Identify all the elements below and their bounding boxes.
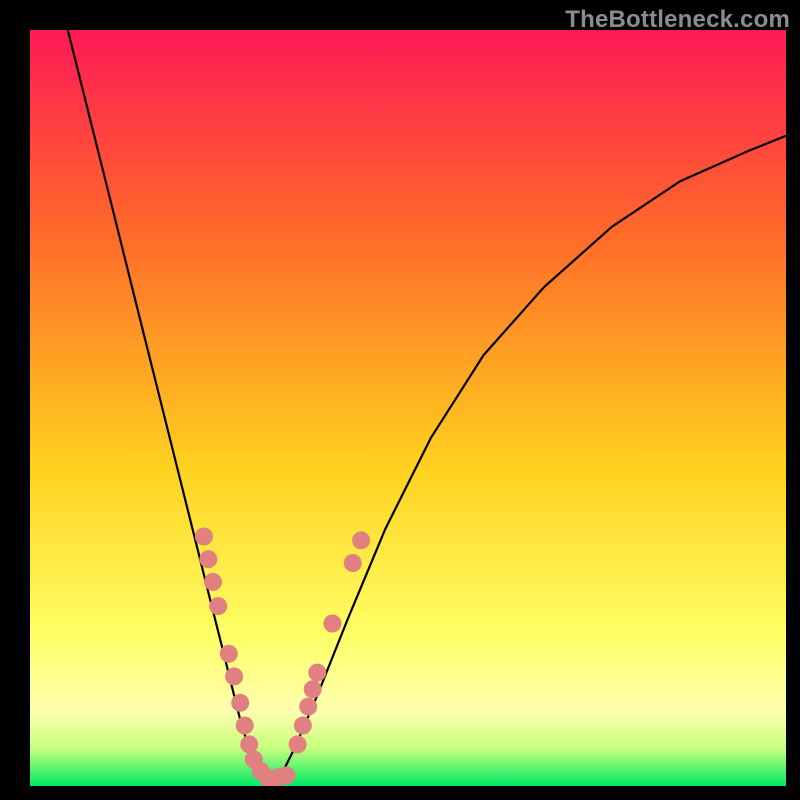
data-marker: [352, 531, 370, 549]
data-marker: [199, 550, 217, 568]
data-marker: [236, 717, 254, 735]
data-marker: [294, 717, 312, 735]
chart-svg: [30, 30, 786, 786]
plot-area: [30, 30, 786, 786]
data-marker: [344, 554, 362, 572]
data-marker: [225, 667, 243, 685]
data-marker: [277, 766, 295, 784]
data-marker: [289, 735, 307, 753]
data-marker: [231, 694, 249, 712]
data-marker: [209, 597, 227, 615]
gradient-background: [30, 30, 786, 786]
data-marker: [299, 698, 317, 716]
data-marker: [323, 615, 341, 633]
chart-root: TheBottleneck.com: [0, 0, 800, 800]
data-marker: [195, 528, 213, 546]
data-marker: [304, 680, 322, 698]
data-marker: [204, 573, 222, 591]
data-marker: [308, 664, 326, 682]
data-marker: [220, 645, 238, 663]
